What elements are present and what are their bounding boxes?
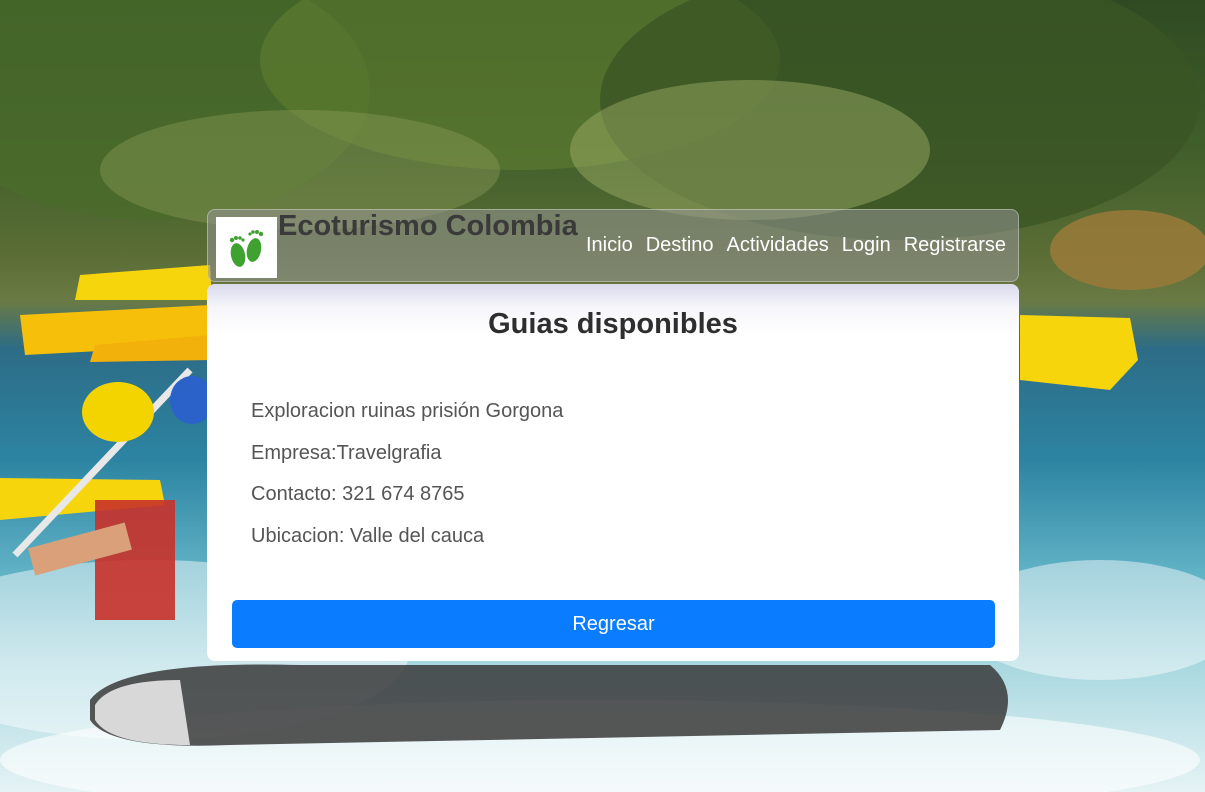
logo[interactable] [216,217,277,278]
guides-card: Guias disponibles Exploracion ruinas pri… [207,284,1019,661]
nav-destino[interactable]: Destino [646,234,714,257]
page-title: Guias disponibles [488,308,738,340]
nav-login[interactable]: Login [842,234,891,257]
navbar: Ecoturismo Colombia Inicio Destino Activ… [207,209,1019,282]
nav-menu: Inicio Destino Actividades Login Registr… [586,234,1006,257]
nav-inicio[interactable]: Inicio [586,234,633,257]
tour-name: Exploracion ruinas prisión Gorgona [251,400,564,422]
nav-registrarse[interactable]: Registrarse [904,234,1006,257]
nav-actividades[interactable]: Actividades [727,234,829,257]
footprints-icon [229,230,264,267]
back-button[interactable]: Regresar [232,600,995,648]
company-name: Empresa:Travelgrafia [251,442,442,464]
location: Ubicacion: Valle del cauca [251,525,485,547]
brand-title: Ecoturismo Colombia [278,210,578,242]
contact-phone: Contacto: 321 674 8765 [251,483,465,505]
